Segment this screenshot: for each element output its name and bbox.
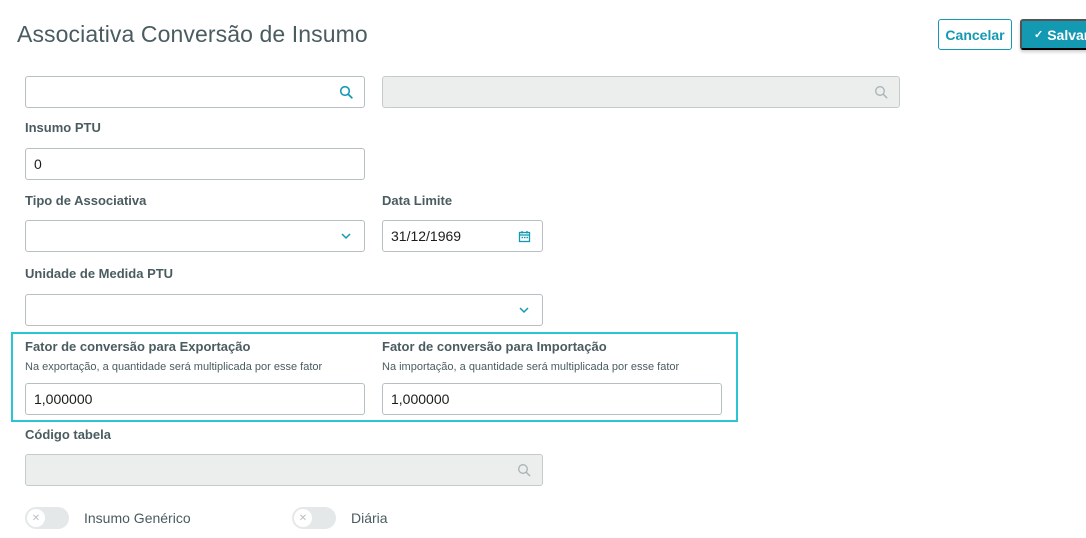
tipo-associativa-label: Tipo de Associativa bbox=[25, 193, 147, 208]
fator-importacao-value: 1,000000 bbox=[391, 391, 450, 407]
unidade-medida-select[interactable] bbox=[25, 294, 543, 326]
diaria-toggle[interactable]: ✕ bbox=[292, 507, 336, 529]
fator-exportacao-help: Na exportação, a quantidade será multipl… bbox=[25, 361, 323, 373]
fator-importacao-label: Fator de conversão para Importação bbox=[382, 339, 607, 354]
data-limite-label: Data Limite bbox=[382, 193, 453, 208]
fator-importacao-input[interactable]: 1,000000 bbox=[382, 383, 722, 415]
insumo-ptu-value: 0 bbox=[34, 156, 42, 172]
search-icon bbox=[516, 462, 532, 478]
fator-importacao-help: Na importação, a quantidade será multipl… bbox=[382, 361, 680, 373]
search-icon bbox=[873, 84, 889, 100]
calendar-icon[interactable] bbox=[516, 228, 532, 244]
search-icon[interactable] bbox=[338, 84, 354, 100]
codigo-tabela-input bbox=[25, 454, 543, 486]
page-title: Associativa Conversão de Insumo bbox=[17, 21, 368, 47]
unidade-medida-label: Unidade de Medida PTU bbox=[25, 266, 174, 281]
data-limite-value: 31/12/1969 bbox=[391, 228, 462, 244]
check-icon: ✓ bbox=[1034, 29, 1044, 41]
close-icon: ✕ bbox=[294, 509, 312, 527]
save-button[interactable]: ✓ Salvar bbox=[1020, 19, 1086, 50]
tipo-associativa-select[interactable] bbox=[25, 220, 365, 252]
insumo-code-input[interactable] bbox=[25, 76, 365, 108]
codigo-tabela-label: Código tabela bbox=[25, 427, 111, 442]
insumo-description-input bbox=[382, 76, 900, 108]
save-button-label: Salvar bbox=[1047, 26, 1086, 43]
fator-exportacao-value: 1,000000 bbox=[34, 391, 93, 407]
insumo-generico-toggle[interactable]: ✕ bbox=[25, 507, 69, 529]
diaria-label: Diária bbox=[351, 510, 388, 526]
chevron-down-icon bbox=[516, 302, 532, 318]
insumo-generico-label: Insumo Genérico bbox=[84, 510, 191, 526]
data-limite-input[interactable]: 31/12/1969 bbox=[382, 220, 543, 252]
insumo-ptu-input[interactable]: 0 bbox=[25, 148, 365, 180]
cancel-button[interactable]: Cancelar bbox=[938, 19, 1012, 50]
insumo-ptu-label: Insumo PTU bbox=[25, 120, 101, 135]
chevron-down-icon bbox=[338, 228, 354, 244]
close-icon: ✕ bbox=[27, 509, 45, 527]
fator-exportacao-input[interactable]: 1,000000 bbox=[25, 383, 365, 415]
fator-exportacao-label: Fator de conversão para Exportação bbox=[25, 339, 251, 354]
